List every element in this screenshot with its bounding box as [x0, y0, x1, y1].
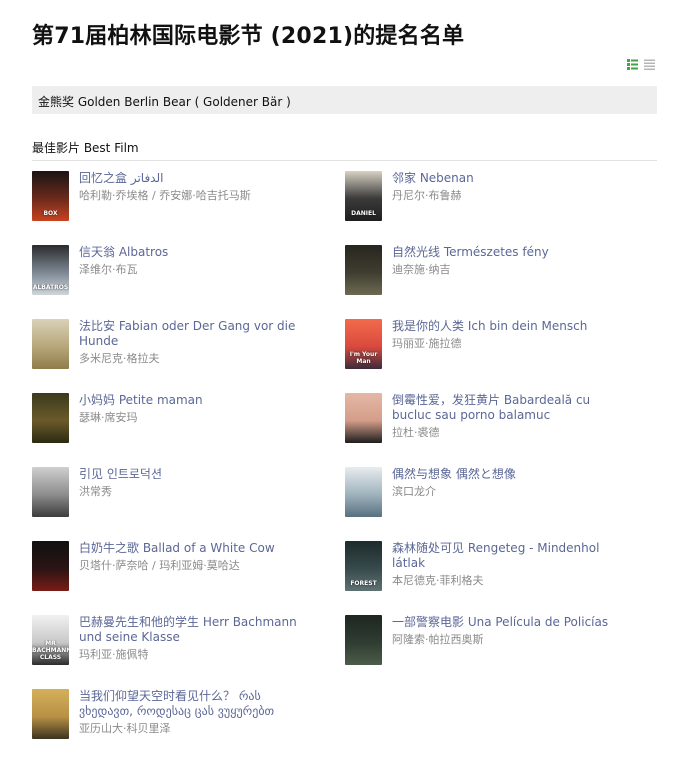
film-info: 当我们仰望天空时看见什么？ რას ვხედავთ, როდესაც ცას ვ… [79, 689, 304, 736]
page-title: 第71届柏林国际电影节 (2021)的提名名单 [32, 24, 465, 49]
director-link[interactable]: 哈利勒·乔埃格 / 乔安娜·哈吉托马斯 [79, 189, 251, 202]
film-poster[interactable] [32, 467, 69, 517]
poster-caption: DANIEL [351, 210, 376, 217]
director-link[interactable]: 丹尼尔·布鲁赫 [392, 189, 462, 202]
film-title-link[interactable]: 信天翁 Albatros [79, 245, 304, 260]
film-title-link[interactable]: 白奶牛之歌 Ballad of a White Cow [79, 541, 304, 556]
film-poster[interactable] [32, 541, 69, 591]
director-link[interactable]: 迪奈施·纳吉 [392, 263, 451, 276]
film-poster[interactable] [32, 393, 69, 443]
film-director: 玛利亚·施佩特 [79, 647, 304, 662]
film-director: 洪常秀 [79, 484, 304, 499]
film-info: 自然光线 Természetes fény 迪奈施·纳吉 [392, 245, 617, 277]
film-poster[interactable] [345, 245, 382, 295]
film-title-link[interactable]: 偶然与想象 偶然と想像 [392, 467, 617, 482]
film-director: 本尼德克·菲利格夫 [392, 573, 617, 588]
film-poster[interactable]: BOX [32, 171, 69, 221]
film-title-link[interactable]: 邻家 Nebenan [392, 171, 617, 186]
film-info: 白奶牛之歌 Ballad of a White Cow 贝塔什·萨奈哈 / 玛利亚… [79, 541, 304, 573]
film-director: 迪奈施·纳吉 [392, 262, 617, 277]
list-compact-icon[interactable] [644, 59, 655, 70]
director-link[interactable]: 拉杜·裘德 [392, 426, 440, 439]
film-info: 巴赫曼先生和他的学生 Herr Bachmann und seine Klass… [79, 615, 304, 662]
film-director: 哈利勒·乔埃格 / 乔安娜·哈吉托马斯 [79, 188, 304, 203]
director-link[interactable]: 阿隆索·帕拉西奥斯 [392, 633, 484, 646]
film-poster[interactable]: MR BACHMANN CLASS [32, 615, 69, 665]
film-info: 引见 인트로덕션 洪常秀 [79, 467, 304, 499]
film-info: 森林随处可见 Rengeteg - Mindenhol látlak 本尼德克·菲… [392, 541, 617, 588]
film-info: 法比安 Fabian oder Der Gang vor die Hunde 多米… [79, 319, 304, 366]
film-poster[interactable] [32, 319, 69, 369]
poster-caption: FOREST [350, 580, 377, 587]
film-poster[interactable]: ALBATROS [32, 245, 69, 295]
film-title-link[interactable]: 小妈妈 Petite maman [79, 393, 304, 408]
award-header: 金熊奖 Golden Berlin Bear ( Goldener Bär ) [32, 86, 657, 114]
list-detail-icon[interactable] [627, 59, 638, 70]
film-info: 信天翁 Albatros 泽维尔·布瓦 [79, 245, 304, 277]
director-link[interactable]: 滨口龙介 [392, 485, 436, 498]
film-director: 贝塔什·萨奈哈 / 玛利亚姆·莫哈达 [79, 558, 304, 573]
film-poster[interactable]: DANIEL [345, 171, 382, 221]
film-title-link[interactable]: 一部警察电影 Una Película de Policías [392, 615, 617, 630]
film-title-link[interactable]: 我是你的人类 Ich bin dein Mensch [392, 319, 617, 334]
director-link[interactable]: 亚历山大·科贝里泽 [79, 722, 171, 735]
film-director: 滨口龙介 [392, 484, 617, 499]
film-director: 拉杜·裘德 [392, 425, 617, 440]
film-info: 邻家 Nebenan 丹尼尔·布鲁赫 [392, 171, 617, 203]
film-title-link[interactable]: 引见 인트로덕션 [79, 467, 304, 482]
category-title: 最佳影片 Best Film [32, 141, 139, 155]
director-link[interactable]: 泽维尔·布瓦 [79, 263, 138, 276]
category-divider [32, 160, 657, 161]
director-link[interactable]: 玛丽亚·施拉德 [392, 337, 462, 350]
view-toggle [627, 59, 655, 70]
poster-caption: MR BACHMANN CLASS [32, 640, 69, 661]
film-info: 我是你的人类 Ich bin dein Mensch 玛丽亚·施拉德 [392, 319, 617, 351]
film-info: 偶然与想象 偶然と想像 滨口龙介 [392, 467, 617, 499]
poster-caption: I'm Your Man [349, 351, 378, 365]
director-link[interactable]: 瑟琳·席安玛 [79, 411, 138, 424]
film-title-link[interactable]: 法比安 Fabian oder Der Gang vor die Hunde [79, 319, 304, 349]
film-info: 一部警察电影 Una Película de Policías 阿隆索·帕拉西奥斯 [392, 615, 617, 647]
film-director: 泽维尔·布瓦 [79, 262, 304, 277]
film-info: 倒霉性爱，发狂黄片 Babardeală cu bucluc sau porno… [392, 393, 617, 440]
film-title-link[interactable]: 当我们仰望天空时看见什么？ რას ვხედავთ, როდესაც ცას ვ… [79, 689, 304, 719]
film-poster[interactable] [32, 689, 69, 739]
film-info: 回忆之盒 الدفاتر 哈利勒·乔埃格 / 乔安娜·哈吉托马斯 [79, 171, 304, 203]
film-title-link[interactable]: 巴赫曼先生和他的学生 Herr Bachmann und seine Klass… [79, 615, 304, 645]
film-poster[interactable] [345, 393, 382, 443]
film-director: 阿隆索·帕拉西奥斯 [392, 632, 617, 647]
film-poster[interactable]: FOREST [345, 541, 382, 591]
film-title-link[interactable]: 回忆之盒 الدفاتر [79, 171, 304, 186]
film-director: 丹尼尔·布鲁赫 [392, 188, 617, 203]
film-poster[interactable] [345, 467, 382, 517]
film-title-link[interactable]: 自然光线 Természetes fény [392, 245, 617, 260]
film-poster[interactable] [345, 615, 382, 665]
film-director: 亚历山大·科贝里泽 [79, 721, 304, 736]
director-link[interactable]: 多米尼克·格拉夫 [79, 352, 160, 365]
director-link[interactable]: 洪常秀 [79, 485, 112, 498]
film-poster[interactable]: I'm Your Man [345, 319, 382, 369]
poster-caption: ALBATROS [32, 284, 69, 291]
film-director: 多米尼克·格拉夫 [79, 351, 304, 366]
director-link[interactable]: 贝塔什·萨奈哈 / 玛利亚姆·莫哈达 [79, 559, 240, 572]
poster-caption: BOX [43, 210, 58, 217]
film-title-link[interactable]: 倒霉性爱，发狂黄片 Babardeală cu bucluc sau porno… [392, 393, 617, 423]
director-link[interactable]: 玛利亚·施佩特 [79, 648, 149, 661]
film-director: 瑟琳·席安玛 [79, 410, 304, 425]
film-director: 玛丽亚·施拉德 [392, 336, 617, 351]
film-info: 小妈妈 Petite maman 瑟琳·席安玛 [79, 393, 304, 425]
film-title-link[interactable]: 森林随处可见 Rengeteg - Mindenhol látlak [392, 541, 617, 571]
director-link[interactable]: 本尼德克·菲利格夫 [392, 574, 484, 587]
